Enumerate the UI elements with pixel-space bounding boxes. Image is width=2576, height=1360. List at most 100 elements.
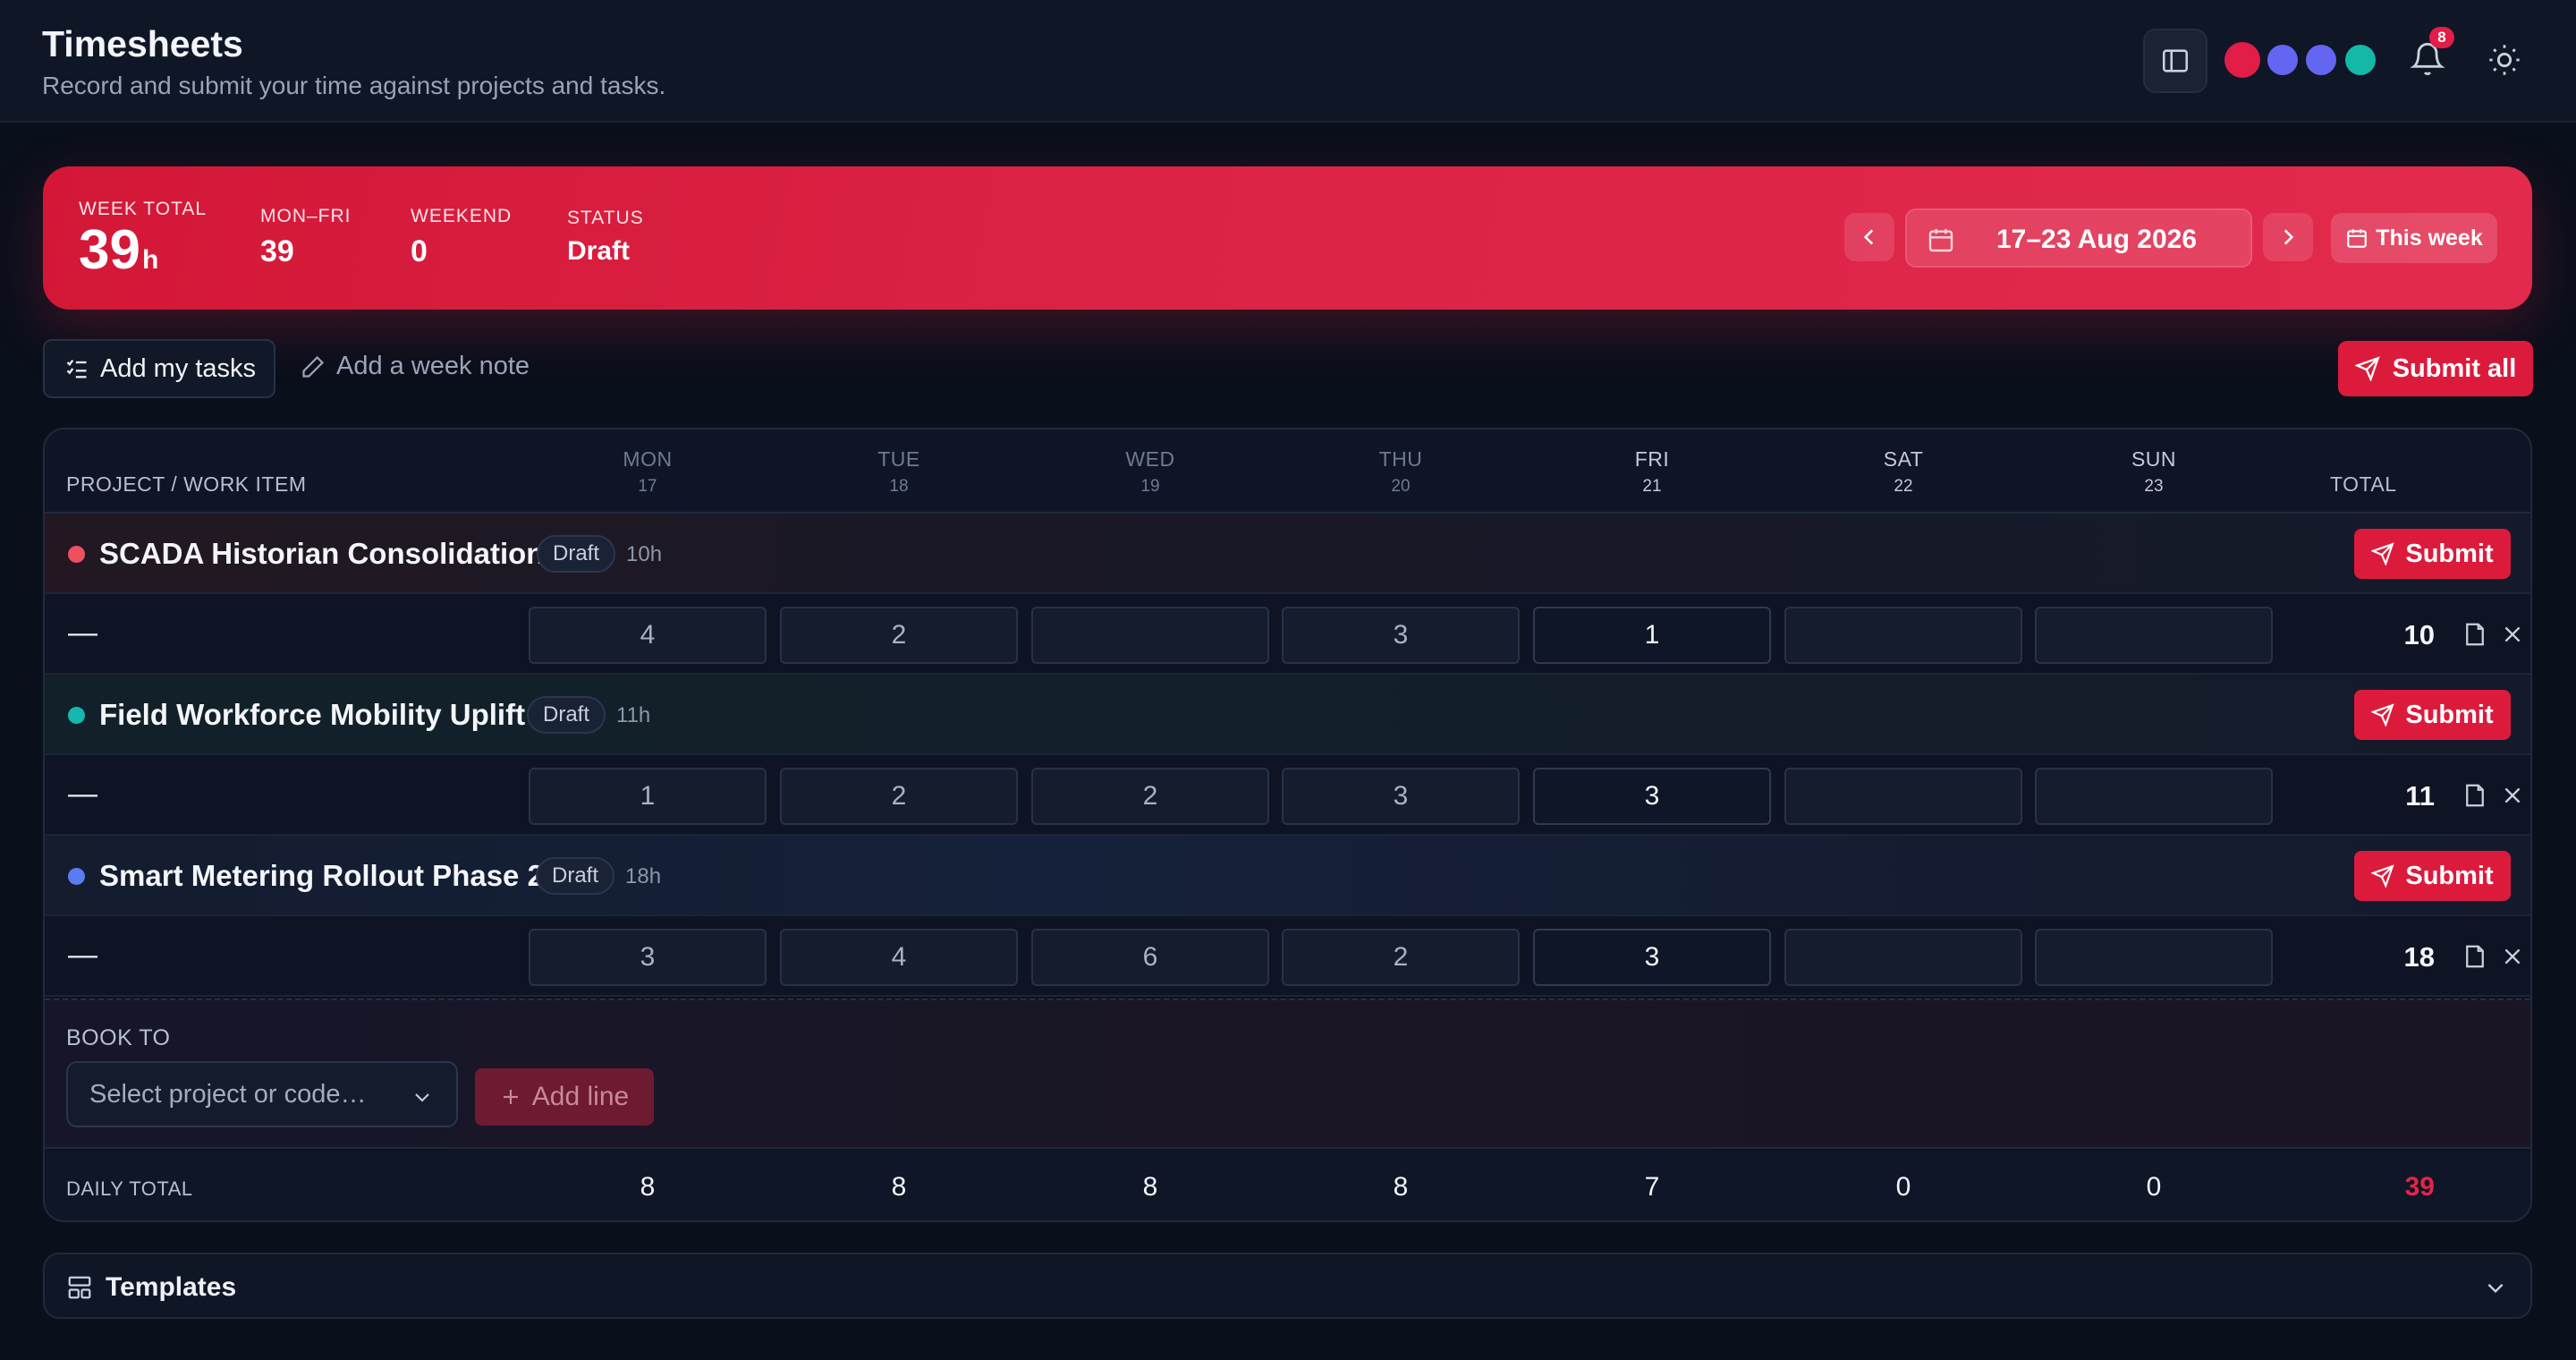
day-header-thu: THU 20	[1311, 447, 1490, 497]
close-icon[interactable]	[2501, 623, 2524, 646]
daily-total-thu: 8	[1393, 1172, 1409, 1202]
hours-cell-fri[interactable]: 3	[1533, 768, 1771, 825]
project-row: Smart Metering Rollout Phase 2 Draft 18h Su…	[45, 836, 2530, 916]
status-badge: Draft	[527, 696, 606, 734]
status-value: Draft	[567, 236, 631, 266]
work-item-row: — 4 2 3 1 10	[45, 594, 2530, 675]
project-hours: 10h	[626, 542, 663, 566]
add-week-note-button[interactable]: Add a week note	[301, 352, 530, 381]
sidebar-toggle-button[interactable]	[2143, 29, 2207, 93]
project-code-select[interactable]: Select project or code…	[66, 1061, 458, 1127]
chevron-right-icon	[2284, 229, 2294, 245]
daily-total-tue: 8	[891, 1172, 907, 1202]
date-range-picker[interactable]: 17–23 Aug 2026	[1905, 208, 2252, 268]
hours-cell-sat[interactable]	[1784, 607, 2022, 664]
submit-label: Submit	[2405, 539, 2494, 568]
templates-label: Templates	[106, 1272, 237, 1302]
plus-icon	[503, 1090, 518, 1104]
work-item-label: —	[68, 777, 97, 810]
hours-cell-tue[interactable]: 4	[780, 929, 1018, 986]
day-name: WED	[1125, 447, 1175, 471]
book-to-label: BOOK TO	[66, 1025, 171, 1050]
submit-label: Submit	[2405, 861, 2494, 890]
daily-total-fri: 7	[1644, 1172, 1660, 1202]
daily-total-label: DAILY TOTAL	[66, 1177, 193, 1200]
page-subtitle: Record and submit your time against proj…	[42, 72, 666, 99]
day-date: 18	[889, 477, 909, 496]
hours-cell-sun[interactable]	[2035, 929, 2273, 986]
daily-total-wed: 8	[1142, 1172, 1158, 1202]
calendar-icon	[2347, 229, 2368, 248]
monfri-label: MON–FRI	[260, 206, 352, 226]
week-total-number: 39	[79, 219, 140, 281]
submit-project-button[interactable]: Submit	[2354, 851, 2511, 901]
hours-cell-wed[interactable]: 2	[1031, 768, 1269, 825]
hours-cell-mon[interactable]: 3	[529, 929, 767, 986]
this-week-button[interactable]: This week	[2331, 213, 2497, 263]
day-date: 19	[1140, 477, 1160, 496]
theme-swatch-indigo[interactable]	[2267, 45, 2298, 75]
note-icon[interactable]	[2462, 782, 2488, 809]
hours-cell-wed[interactable]	[1031, 607, 1269, 664]
close-icon[interactable]	[2501, 945, 2524, 968]
daily-total-mon: 8	[640, 1172, 656, 1202]
add-line-button[interactable]: Add line	[475, 1068, 654, 1126]
total-column-header: TOTAL	[2330, 472, 2397, 496]
submit-project-button[interactable]: Submit	[2354, 529, 2511, 579]
add-week-note-label: Add a week note	[336, 352, 530, 380]
hours-cell-mon[interactable]: 1	[529, 768, 767, 825]
status-badge: Draft	[536, 857, 615, 895]
line-total: 11	[2405, 780, 2435, 812]
hours-cell-sat[interactable]	[1784, 768, 2022, 825]
submit-all-button[interactable]: Submit all	[2338, 341, 2533, 396]
project-column-header: PROJECT / WORK ITEM	[66, 472, 307, 496]
chevron-left-icon	[1863, 229, 1874, 245]
sun-icon[interactable]	[2487, 42, 2522, 78]
grid-header: PROJECT / WORK ITEM MON 17 TUE 18 WED 19 THU 20…	[45, 429, 2530, 514]
hours-cell-mon[interactable]: 4	[529, 607, 767, 664]
hours-cell-sun[interactable]	[2035, 607, 2273, 664]
daily-total-row: DAILY TOTAL 8 8 8 8 7 0 0 39	[45, 1151, 2530, 1220]
previous-week-button[interactable]	[1844, 213, 1894, 261]
submit-all-label: Submit all	[2392, 353, 2517, 383]
hours-cell-sun[interactable]	[2035, 768, 2273, 825]
hours-cell-tue[interactable]: 2	[780, 607, 1018, 664]
pencil-icon	[302, 355, 325, 378]
hours-cell-thu[interactable]: 3	[1282, 768, 1520, 825]
status-label: STATUS	[567, 208, 644, 228]
submit-project-button[interactable]: Submit	[2354, 690, 2511, 740]
add-line-label: Add line	[531, 1082, 630, 1111]
send-icon	[2371, 703, 2394, 727]
hours-cell-wed[interactable]: 6	[1031, 929, 1269, 986]
submit-label: Submit	[2405, 700, 2494, 729]
note-icon[interactable]	[2462, 943, 2488, 970]
add-my-tasks-label: Add my tasks	[100, 353, 257, 383]
close-icon[interactable]	[2501, 784, 2524, 807]
project-name: SCADA Historian Consolidation	[99, 537, 545, 570]
theme-swatch-violet[interactable]	[2306, 45, 2336, 75]
hours-cell-thu[interactable]: 3	[1282, 607, 1520, 664]
day-header-sat: SAT 22	[1814, 447, 1993, 497]
work-item-label: —	[68, 616, 97, 649]
hours-cell-fri[interactable]: 3	[1533, 929, 1771, 986]
grand-total-value: 39	[2404, 1172, 2435, 1202]
hours-cell-fri[interactable]: 1	[1533, 607, 1771, 664]
day-date: 17	[638, 477, 657, 496]
date-range-text: 17–23 Aug 2026	[1996, 225, 2198, 254]
theme-swatch-red[interactable]	[2224, 42, 2260, 78]
this-week-label: This week	[2376, 225, 2483, 251]
add-my-tasks-button[interactable]: Add my tasks	[43, 339, 275, 398]
project-color-dot	[68, 868, 85, 885]
templates-panel[interactable]: Templates	[43, 1253, 2532, 1319]
day-name: THU	[1378, 447, 1423, 471]
send-icon	[2354, 356, 2380, 381]
hours-cell-sat[interactable]	[1784, 929, 2022, 986]
theme-swatch-teal[interactable]	[2345, 45, 2376, 75]
hours-cell-tue[interactable]: 2	[780, 768, 1018, 825]
status-badge: Draft	[537, 535, 616, 573]
day-date: 21	[1642, 477, 1662, 496]
day-date: 22	[1894, 477, 1913, 496]
hours-cell-thu[interactable]: 2	[1282, 929, 1520, 986]
note-icon[interactable]	[2462, 621, 2488, 648]
next-week-button[interactable]	[2263, 213, 2313, 261]
